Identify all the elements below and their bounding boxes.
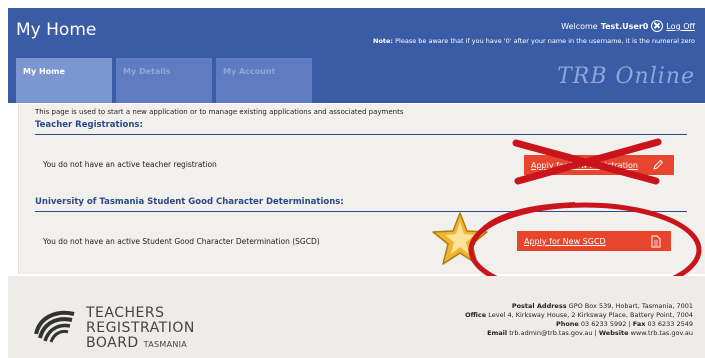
sgcd-status: You do not have an active Student Good C… xyxy=(43,237,320,246)
close-icon[interactable] xyxy=(651,20,664,32)
website-label: Website xyxy=(598,329,629,337)
postal-label: Postal Address xyxy=(511,302,567,310)
office-label: Office xyxy=(465,311,487,319)
teacher-section-title: Teacher Registrations: xyxy=(35,120,143,130)
email-label: Email xyxy=(487,329,508,337)
trb-logo-text: TEACHERS REGISTRATION BOARD TASMANIA xyxy=(86,306,195,352)
footer: TEACHERS REGISTRATION BOARD TASMANIA Pos… xyxy=(8,276,705,358)
phone-label: Phone xyxy=(555,320,579,328)
note-label: Note: xyxy=(373,37,394,45)
header: My Home Welcome Test.User0 Log Off Note:… xyxy=(8,8,705,103)
postal-address: GPO Box 539, Hobart, Tasmania, 7001 xyxy=(568,302,693,310)
tab-my-details[interactable]: My Details xyxy=(116,58,212,103)
email-link[interactable]: trb.admin@trb.tas.gov.au xyxy=(509,329,592,337)
brand-title: TRB Online xyxy=(557,64,695,89)
tab-bar: My Home My Details My Account xyxy=(16,58,312,103)
logoff-link[interactable]: Log Off xyxy=(666,22,695,31)
fax-number: 03 6233 2549 xyxy=(647,320,694,328)
website-link[interactable]: www.trb.tas.gov.au xyxy=(631,329,693,337)
page: My Home Welcome Test.User0 Log Off Note:… xyxy=(0,0,705,358)
cross-out-mark xyxy=(512,138,662,185)
fax-label: Fax xyxy=(632,320,646,328)
welcome-bar: Welcome Test.User0 Log Off xyxy=(561,20,695,32)
logo-line-3-state: TASMANIA xyxy=(143,340,188,349)
username-note: Note: Please be aware that if you have '… xyxy=(373,37,695,45)
note-text: Please be aware that if you have '0' aft… xyxy=(395,37,695,45)
tab-my-home[interactable]: My Home xyxy=(16,58,112,103)
intro-text: This page is used to start a new applica… xyxy=(35,108,404,116)
welcome-prefix: Welcome xyxy=(561,21,598,31)
logo-line-3: BOARD xyxy=(86,335,139,351)
tab-my-account[interactable]: My Account xyxy=(216,58,312,103)
trb-logo-icon xyxy=(34,310,75,343)
page-title: My Home xyxy=(16,20,97,40)
teacher-status: You do not have an active teacher regist… xyxy=(43,160,217,169)
logo-line-2: REGISTRATION xyxy=(86,320,195,336)
teacher-section-divider xyxy=(35,134,687,135)
username: Test.User0 xyxy=(600,21,649,31)
office-address: Level 4, Kirksway House, 2 Kirksway Plac… xyxy=(488,311,693,319)
contact-details: Postal Address GPO Box 539, Hobart, Tasm… xyxy=(465,302,694,337)
logo-line-1: TEACHERS xyxy=(86,305,165,321)
sgcd-section-title: University of Tasmania Student Good Char… xyxy=(35,197,344,207)
phone-number: 03 6233 5992 xyxy=(580,320,627,328)
